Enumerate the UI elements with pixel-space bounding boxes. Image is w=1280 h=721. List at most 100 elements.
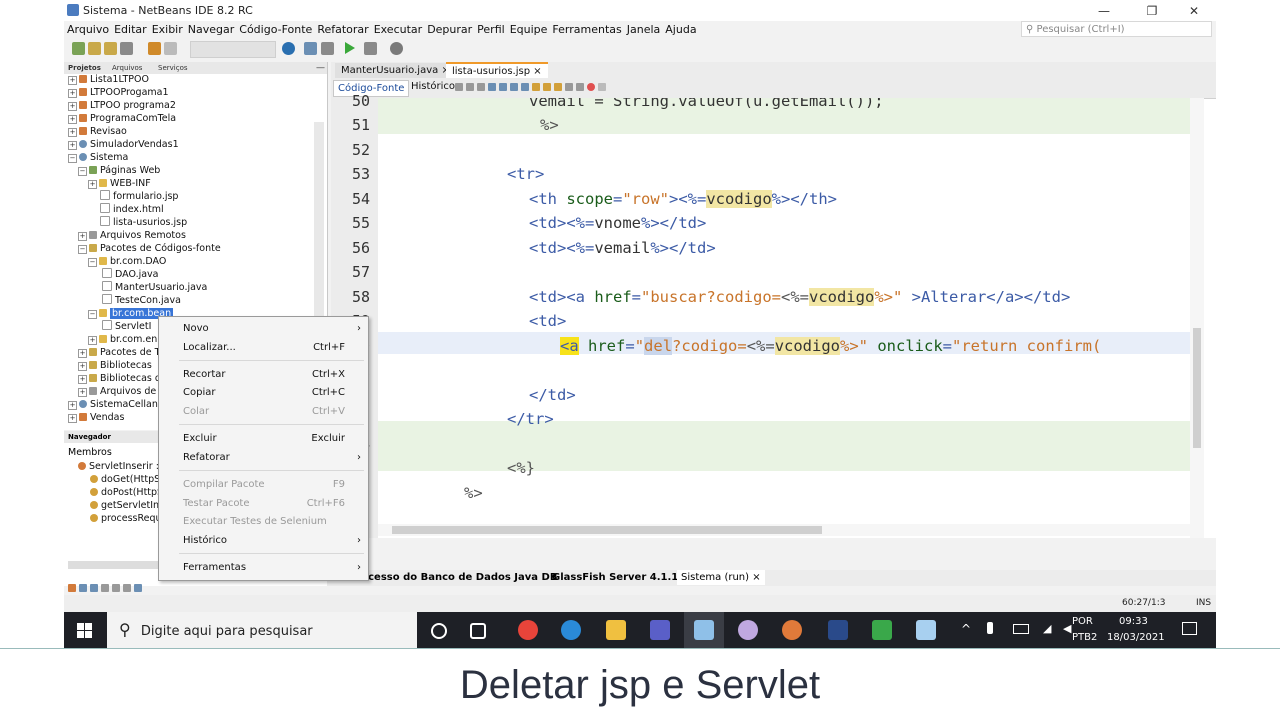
edge-icon[interactable]: [561, 620, 581, 640]
tree-item[interactable]: TesteCon.java: [102, 294, 181, 307]
save-all-icon[interactable]: [120, 42, 133, 55]
scrollbar-thumb[interactable]: [1193, 328, 1201, 448]
tree-item[interactable]: + Pacotes de T: [78, 346, 160, 359]
member-item[interactable]: doGet(HttpS: [90, 473, 160, 486]
notepad-icon[interactable]: [916, 620, 936, 640]
member-item[interactable]: ServletInserir :: [78, 460, 159, 473]
tree-item[interactable]: index.html: [100, 203, 164, 216]
tree-item[interactable]: ManterUsuario.java: [102, 281, 207, 294]
filter-icon[interactable]: [90, 584, 98, 592]
tree-item[interactable]: formulario.jsp: [100, 190, 178, 203]
windows-start-icon[interactable]: [77, 623, 93, 639]
tree-item[interactable]: + Vendas: [68, 411, 124, 424]
last-edit-icon[interactable]: [455, 83, 463, 91]
next-bookmark-icon[interactable]: [543, 83, 551, 91]
notifications-icon[interactable]: [1182, 622, 1197, 635]
stop-macro-icon[interactable]: [598, 83, 606, 91]
volume-icon[interactable]: ◀: [1063, 622, 1071, 635]
tree-item[interactable]: + Revisao: [68, 125, 127, 138]
navigator-scrollbar[interactable]: [68, 561, 158, 569]
taskbar-search[interactable]: ⚲ Digite aqui para pesquisar: [107, 612, 417, 648]
menu-codigo-fonte[interactable]: Código-Fonte: [239, 23, 312, 36]
tab-historico[interactable]: Histórico: [411, 81, 455, 92]
shift-left-icon[interactable]: [565, 83, 573, 91]
vertical-scrollbar[interactable]: [1190, 98, 1204, 538]
camtasia-icon[interactable]: [872, 620, 892, 640]
restore-button[interactable]: ❐: [1132, 2, 1172, 20]
keyboard-layout[interactable]: PTB2: [1072, 632, 1097, 643]
profile-icon[interactable]: [390, 42, 403, 55]
tree-item[interactable]: ServletI: [102, 320, 151, 333]
find-next-icon[interactable]: [510, 83, 518, 91]
netbeans-taskbar-icon[interactable]: [694, 620, 714, 640]
debug-icon[interactable]: [364, 42, 377, 55]
tab-lista-usurios[interactable]: lista-usurios.jsp ×: [446, 62, 548, 79]
undo-icon[interactable]: [148, 42, 161, 55]
filter-icon[interactable]: [101, 584, 109, 592]
tree-item[interactable]: − Páginas Web: [78, 164, 160, 177]
find-prev-icon[interactable]: [499, 83, 507, 91]
tree-item[interactable]: + WEB-INF: [88, 177, 151, 190]
menu-item-copiar[interactable]: Copiar Ctrl+C: [183, 385, 363, 401]
tree-item[interactable]: DAO.java: [102, 268, 159, 281]
back-icon[interactable]: [466, 83, 474, 91]
code-area[interactable]: vemail = String.valueOf(u.getEmail()); %…: [378, 98, 1190, 538]
tree-item[interactable]: + LTPOO programa2: [68, 99, 176, 112]
tab-java-db[interactable]: Processo do Banco de Dados Java DB: [349, 572, 557, 583]
tree-item[interactable]: + Arquivos de: [78, 385, 156, 398]
tab-projetos[interactable]: Projetos: [68, 64, 101, 72]
tree-item[interactable]: + ProgramaComTela: [68, 112, 176, 125]
tree-item[interactable]: + SistemaCelland: [68, 398, 164, 411]
new-project-icon[interactable]: [88, 42, 101, 55]
new-file-icon[interactable]: [72, 42, 85, 55]
prev-bookmark-icon[interactable]: [532, 83, 540, 91]
menu-item-novo[interactable]: Novo ›: [183, 321, 363, 337]
configuration-combo[interactable]: [190, 41, 276, 58]
filter-icon[interactable]: [112, 584, 120, 592]
toggle-highlight-icon[interactable]: [521, 83, 529, 91]
tab-codigo-fonte[interactable]: Código-Fonte: [333, 80, 410, 97]
tree-item[interactable]: + LTPOOProgama1: [68, 86, 169, 99]
menu-navegar[interactable]: Navegar: [188, 23, 235, 36]
file-explorer-icon[interactable]: [606, 620, 626, 640]
filter-icon[interactable]: [79, 584, 87, 592]
start-macro-icon[interactable]: [587, 83, 595, 91]
build-icon[interactable]: [304, 42, 317, 55]
menu-ajuda[interactable]: Ajuda: [665, 23, 696, 36]
tab-navegador[interactable]: Navegador: [68, 433, 111, 441]
tree-item[interactable]: + SimuladorVendas1: [68, 138, 179, 151]
run-icon[interactable]: [345, 42, 355, 54]
wifi-icon[interactable]: ◢: [1043, 622, 1051, 635]
menu-ferramentas[interactable]: Ferramentas: [552, 23, 621, 36]
clock-time[interactable]: 09:33: [1119, 616, 1148, 627]
menu-depurar[interactable]: Depurar: [427, 23, 472, 36]
menu-item-refatorar[interactable]: Refatorar ›: [183, 450, 363, 466]
battery-icon[interactable]: [1013, 624, 1029, 634]
tree-item[interactable]: + Lista1LTPOO: [68, 73, 149, 86]
toggle-bookmark-icon[interactable]: [554, 83, 562, 91]
show-hidden-icons[interactable]: ^: [961, 622, 971, 636]
tree-item[interactable]: − br.com.DAO: [88, 255, 166, 268]
menu-executar[interactable]: Executar: [374, 23, 423, 36]
menu-item-excluir[interactable]: Excluir Excluir: [183, 431, 363, 447]
menu-item-ferramentas[interactable]: Ferramentas ›: [183, 560, 363, 576]
filter-icon[interactable]: [134, 584, 142, 592]
menu-item-historico[interactable]: Histórico ›: [183, 533, 363, 549]
member-item[interactable]: getServletInf: [90, 499, 162, 512]
menu-janela[interactable]: Janela: [627, 23, 661, 36]
menu-equipe[interactable]: Equipe: [510, 23, 548, 36]
devcpp-icon[interactable]: [828, 620, 848, 640]
tab-servicos[interactable]: Serviços: [158, 64, 188, 72]
tree-item[interactable]: + br.com.en: [88, 333, 157, 346]
open-project-icon[interactable]: [104, 42, 117, 55]
usb-icon[interactable]: [987, 622, 993, 634]
tree-item[interactable]: + Arquivos Remotos: [78, 229, 186, 242]
member-item[interactable]: doPost(HttpS: [90, 486, 163, 499]
filter-icon[interactable]: [123, 584, 131, 592]
minimize-panel-button[interactable]: —: [316, 63, 325, 73]
menu-item-recortar[interactable]: Recortar Ctrl+X: [183, 367, 363, 383]
member-item[interactable]: processRequ: [90, 512, 162, 525]
scrollbar-thumb[interactable]: [392, 526, 822, 534]
minimize-button[interactable]: —: [1084, 2, 1124, 20]
browser-icon[interactable]: [282, 42, 295, 55]
